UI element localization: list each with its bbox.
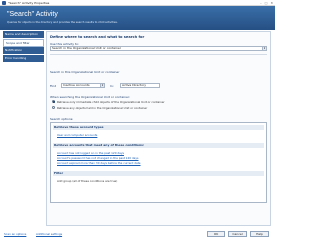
search-options-label: Search options: [50, 117, 74, 121]
page-heading: Define where to search and what to searc… [50, 35, 145, 39]
maximize-button[interactable]: □ [265, 1, 268, 5]
condition-expired-link[interactable]: Account expired more than 30 days before… [57, 161, 141, 165]
filter-text: Add group (all of these conditions are t… [57, 179, 118, 183]
radio-immediate-children[interactable] [52, 100, 55, 103]
condition-logon-link[interactable]: Account has not logged on in the past 12… [57, 151, 124, 155]
sidebar-item-name-description[interactable]: Name and description [3, 31, 44, 39]
sidebar: Name and description Scope and filter No… [3, 31, 44, 229]
find-select[interactable]: Inactive Accounts ▾ [61, 83, 105, 88]
help-button[interactable]: Help [250, 231, 269, 237]
radio-any-objects[interactable] [52, 106, 55, 109]
footer: Scan an options Additional settings OK C… [0, 229, 275, 240]
chevron-down-icon[interactable]: ▾ [262, 47, 266, 50]
find-value: Inactive Accounts [63, 83, 90, 87]
divider [50, 54, 267, 55]
window-title: "Search" Activity Properties [8, 0, 50, 5]
app-icon [2, 0, 6, 5]
account-types-section-title: Retrieve these account types [53, 125, 264, 130]
close-button[interactable]: ✕ [270, 1, 273, 5]
additional-settings-link[interactable]: Additional settings [36, 232, 62, 236]
minimize-button[interactable]: – [260, 1, 262, 5]
conditions-section-title: Retrieve accounts that meet any of these… [53, 143, 264, 148]
scan-options-link[interactable]: Scan an options [4, 232, 26, 236]
use-activity-value: Search in the Organizational Unit or con… [52, 46, 121, 50]
search-options-box: Retrieve these account types User and co… [50, 122, 267, 203]
radio-any-objects-label: Retrieve any objects held in the Organiz… [57, 106, 148, 110]
filter-section-title: Filter [53, 171, 264, 176]
in-value: Active Directory [122, 83, 147, 87]
chevron-down-icon[interactable]: ▾ [100, 84, 104, 87]
condition-password-link[interactable]: Account's password has not changed in th… [57, 156, 139, 160]
header-banner: "Search" Activity Queries for objects in… [0, 6, 275, 30]
sidebar-item-notification[interactable]: Notification [3, 47, 44, 55]
sidebar-item-error-handling[interactable]: Error handling [3, 55, 44, 63]
ok-button[interactable]: OK [207, 231, 225, 237]
banner-subtitle: Queries for objects in the directory and… [7, 21, 118, 24]
when-searching-label: When searching the Organizational Unit o… [50, 95, 131, 99]
sidebar-item-scope-filter[interactable]: Scope and filter [3, 39, 44, 47]
use-activity-select[interactable]: Search in the Organizational Unit or con… [50, 46, 267, 51]
radio-immediate-children-label: Retrieve only immediate child objects of… [57, 100, 165, 104]
window-controls: – □ ✕ [260, 1, 273, 5]
cancel-button[interactable]: Cancel [228, 231, 247, 237]
search-in-label: Search in this Organizational Unit or co… [50, 70, 120, 74]
main-panel: Define where to search and what to searc… [46, 31, 271, 226]
find-label: Find [50, 84, 57, 88]
banner-title: "Search" Activity [7, 11, 58, 18]
in-label: In: [110, 84, 114, 88]
account-types-link[interactable]: User and computer accounts [57, 133, 97, 137]
in-field[interactable]: Active Directory [120, 83, 160, 88]
